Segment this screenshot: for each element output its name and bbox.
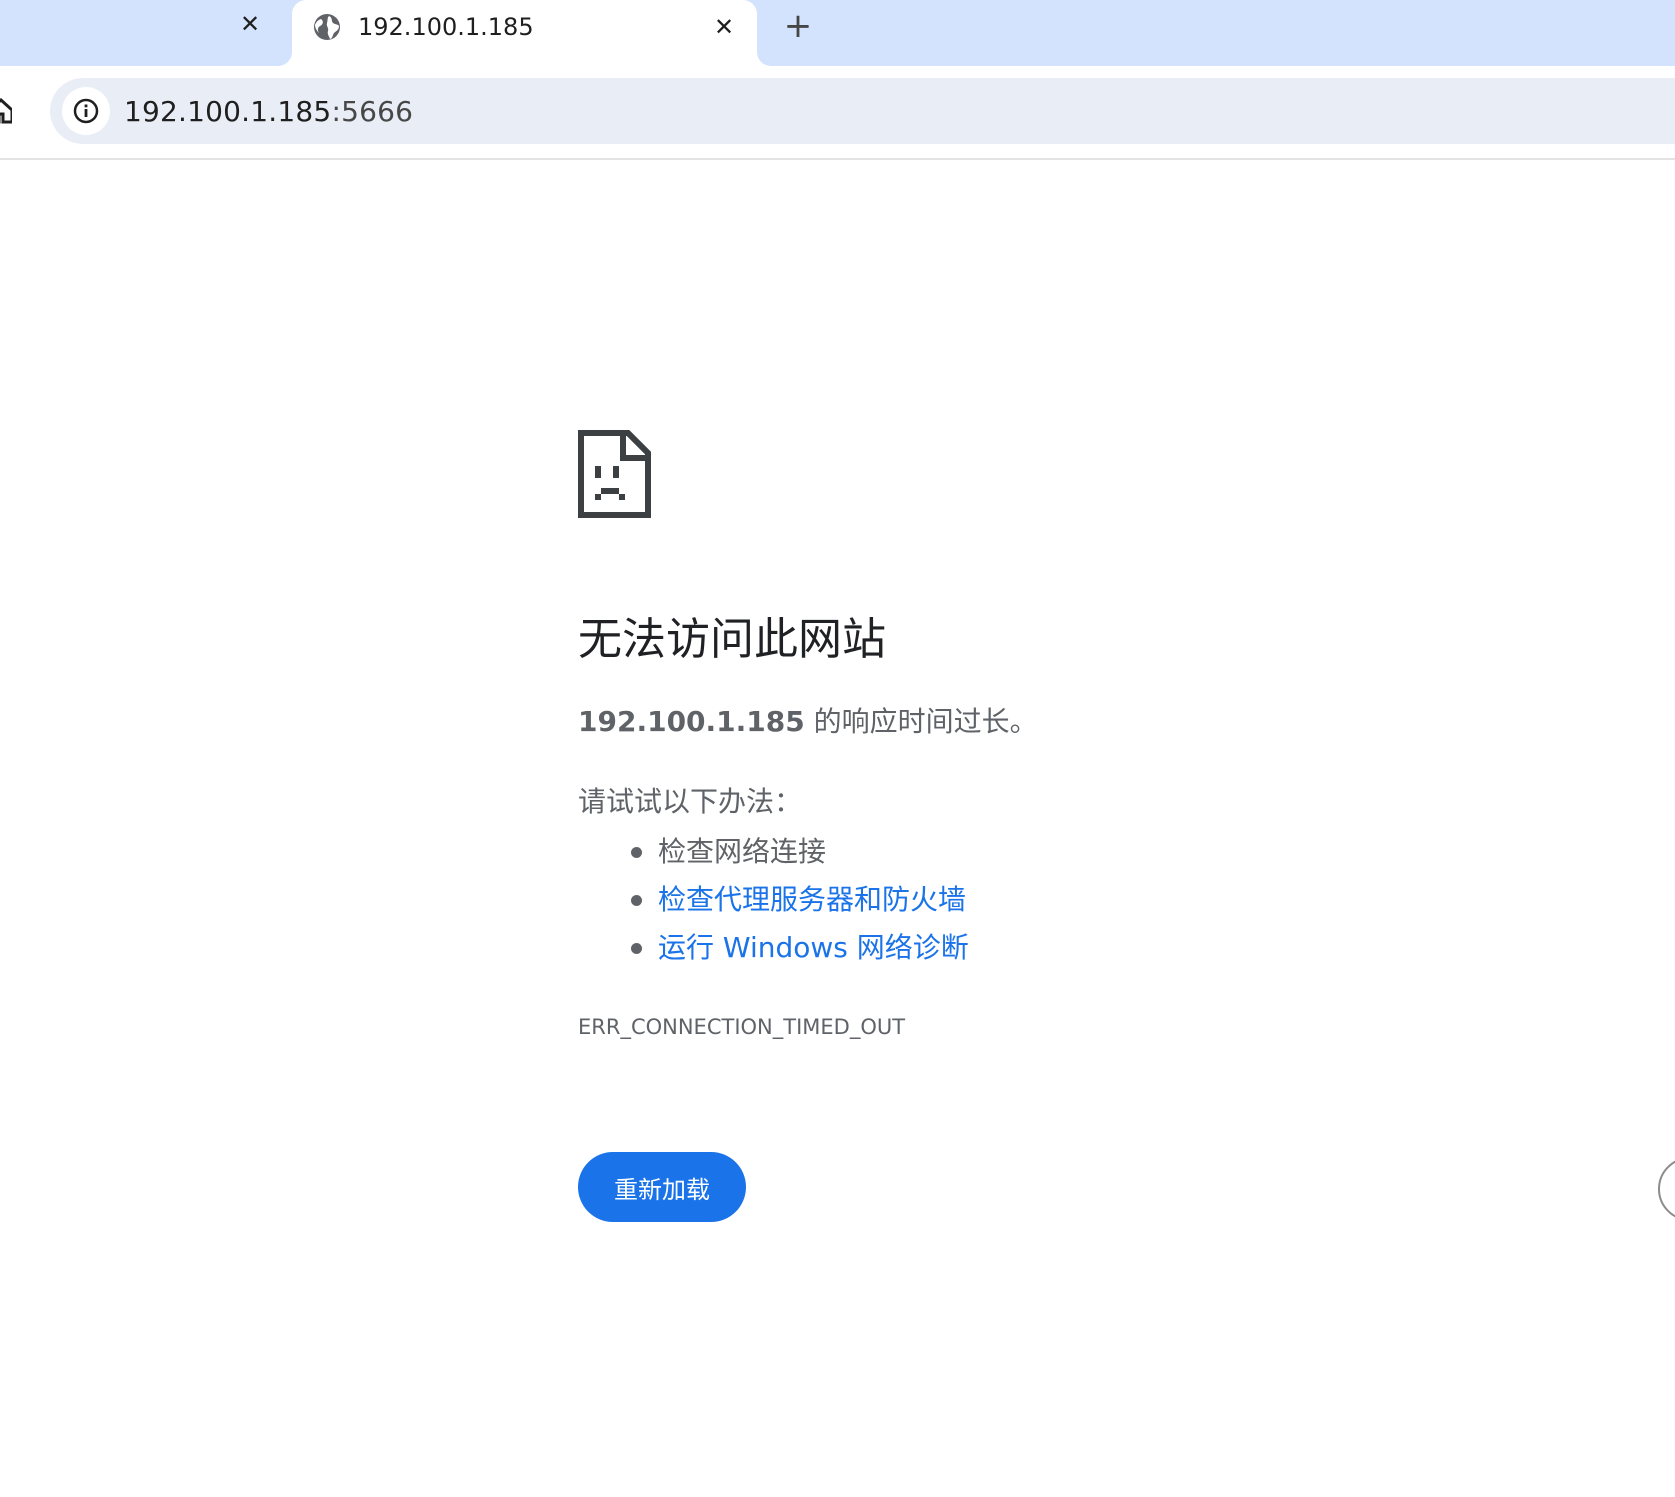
- site-info-button[interactable]: [62, 87, 110, 135]
- globe-icon: [314, 14, 340, 40]
- tab-title: 192.100.1.185: [358, 13, 534, 41]
- url-host: 192.100.1.185: [124, 95, 332, 128]
- new-tab-button[interactable]: +: [782, 6, 814, 46]
- page-title: 无法访问此网站: [578, 614, 886, 665]
- url-port: :5666: [331, 95, 414, 128]
- list-item: 检查网络连接: [578, 828, 969, 876]
- sad-document-icon: [578, 430, 651, 518]
- address-bar[interactable]: 192.100.1.185:5666: [50, 78, 1675, 144]
- close-tab-icon[interactable]: ✕: [236, 10, 264, 38]
- reload-button[interactable]: 重新加载: [578, 1152, 746, 1222]
- tab-strip: ✕ 192.100.1.185 ✕ +: [0, 0, 1675, 66]
- bullet-icon: [631, 895, 642, 906]
- url-text[interactable]: 192.100.1.185:5666: [124, 96, 413, 128]
- side-panel-button[interactable]: [1658, 1157, 1675, 1221]
- error-code: ERR_CONNECTION_TIMED_OUT: [578, 1015, 906, 1039]
- close-tab-icon[interactable]: ✕: [709, 12, 739, 42]
- bullet-icon: [631, 847, 642, 858]
- bullet-icon: [631, 943, 642, 954]
- error-summary: 192.100.1.185 的响应时间过长。: [578, 702, 1038, 742]
- list-item: 检查代理服务器和防火墙: [578, 876, 969, 924]
- run-network-diagnostics-link[interactable]: 运行 Windows 网络诊断: [658, 931, 969, 964]
- suggestion-check-network: 检查网络连接: [658, 835, 827, 868]
- info-icon: [73, 98, 99, 124]
- summary-text: 的响应时间过长。: [804, 705, 1038, 738]
- summary-host: 192.100.1.185: [578, 705, 805, 738]
- home-icon[interactable]: [0, 98, 12, 124]
- suggestions-list: 检查网络连接 检查代理服务器和防火墙 运行 Windows 网络诊断: [578, 828, 969, 972]
- list-item: 运行 Windows 网络诊断: [578, 924, 969, 972]
- tab-active[interactable]: 192.100.1.185 ✕: [292, 0, 757, 66]
- suggestions-title: 请试试以下办法：: [578, 785, 803, 818]
- toolbar: 192.100.1.185:5666: [0, 66, 1675, 160]
- check-proxy-firewall-link[interactable]: 检查代理服务器和防火墙: [658, 883, 966, 916]
